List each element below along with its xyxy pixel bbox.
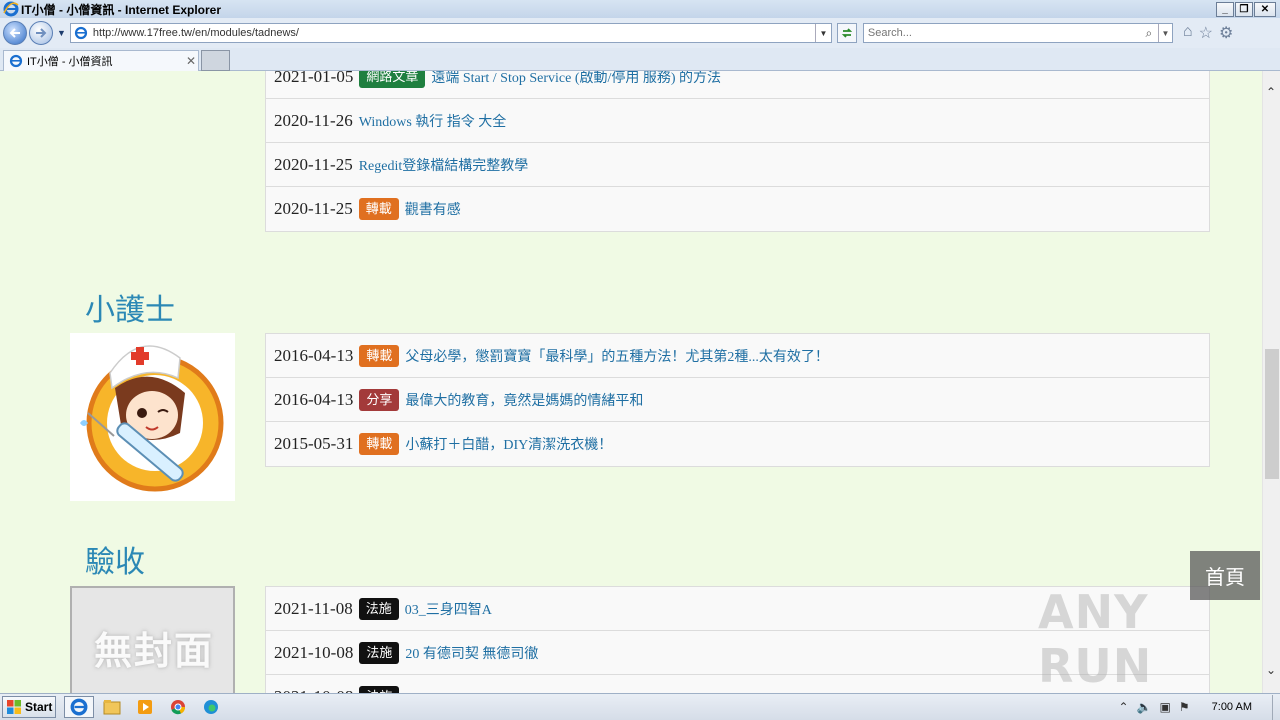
news-date: 2016-04-13 [274,389,354,409]
category-badge[interactable]: 法施 [359,641,400,664]
tab-label: IT小僧 - 小僧資訊 [27,56,113,68]
back-button[interactable] [3,21,27,45]
list-item: 2020-11-25 轉載 觀書有感 [266,187,1209,231]
news-date: 2020-11-25 [274,154,353,174]
list-item: 2016-04-13 轉載 父母必學，懲罰寶寶「最科學」的五種方法！尤其第2種.… [266,334,1209,378]
address-dropdown-icon[interactable]: ▼ [814,24,831,42]
page-content: 2021-01-05 網路文章 遠端 Start / Stop Service … [0,71,1262,693]
taskbar-media-player[interactable] [130,696,160,718]
news-date: 2015-05-31 [274,434,354,453]
start-label: Start [25,700,53,714]
news-list-nurse: 2016-04-13 轉載 父母必學，懲罰寶寶「最科學」的五種方法！尤其第2種.… [265,333,1210,467]
scroll-up-icon[interactable]: ⌃ [1266,85,1276,99]
search-box[interactable]: ⌕ ▼ [862,23,1173,43]
system-tray: ⌃ 🔈 ▣ ⚑ 7:00 AM [1119,700,1272,714]
list-item: 2015-05-31 轉載 小蘇打＋白醋，DIY清潔洗衣機！ [266,422,1209,466]
news-link[interactable]: 20 有德司契 無德司徹 [405,643,538,663]
category-badge[interactable]: 法施 [358,597,399,620]
window-title: IT小僧 - 小僧資訊 - Internet Explorer [21,2,222,17]
internet-explorer-icon [3,1,19,17]
news-date: 2021-01-05 [274,71,354,86]
url-text[interactable]: http://www.17free.tw/en/modules/tadnews/ [93,27,815,39]
new-tab-button[interactable] [201,50,230,71]
category-badge[interactable]: 法施 [359,686,400,693]
navigation-bar: ▼ http://www.17free.tw/en/modules/tadnew… [0,18,1280,48]
arrow-left-icon [9,28,20,38]
news-date: 2021-10-08 [274,642,354,662]
news-link[interactable]: 小蘇打＋白醋，DIY清潔洗衣機！ [405,434,612,454]
section-title-acceptance[interactable]: 驗收 [85,537,145,581]
favorites-star-icon[interactable]: ☆ [1199,23,1213,43]
recent-pages-dropdown-icon[interactable]: ▼ [57,28,66,38]
arrow-right-icon [36,28,47,38]
list-item: 2020-11-25 Regedit登錄檔結構完整教學 [266,143,1209,187]
taskbar-edge[interactable] [196,696,226,718]
forward-button[interactable] [29,21,53,45]
scrollbar-thumb[interactable] [1265,349,1279,479]
news-link[interactable]: 父母必學，懲罰寶寶「最科學」的五種方法！尤其第2種...太有效了！ [405,346,829,366]
show-hidden-icons-icon[interactable]: ⌃ [1119,700,1129,714]
chrome-icon [171,700,186,715]
category-badge[interactable]: 分享 [359,388,400,411]
news-date: 2020-11-26 [274,110,353,130]
news-link[interactable]: Regedit登錄檔結構完整教學 [359,155,529,175]
volume-icon[interactable]: 🔈 [1137,700,1152,714]
search-provider-dropdown-icon[interactable]: ▼ [1157,24,1172,42]
news-link[interactable]: 最偉大的教育，竟然是媽媽的情緒平和 [405,390,643,410]
taskbar: Start ⌃ 🔈 ▣ ⚑ 7:00 AM [0,693,1280,720]
gear-icon[interactable]: ⚙ [1219,23,1233,43]
list-item: 2020-11-26 Windows 執行 指令 大全 [266,99,1209,143]
clock[interactable]: 7:00 AM [1212,701,1252,713]
show-desktop-button[interactable] [1272,694,1280,720]
action-center-flag-icon[interactable]: ⚑ [1179,700,1190,714]
folder-icon [103,700,121,715]
tab-current[interactable]: IT小僧 - 小僧資訊 ✕ [3,50,199,71]
home-page-button[interactable]: 首頁 [1190,551,1260,600]
network-icon[interactable]: ▣ [1160,700,1171,714]
no-cover-text: 無封面 [94,629,215,673]
news-link[interactable]: Windows 執行 指令 大全 [359,111,507,131]
scroll-down-icon[interactable]: ⌄ [1266,663,1276,677]
start-button[interactable]: Start [2,696,56,718]
compatibility-refresh-button[interactable] [836,23,857,43]
site-icon [74,26,88,40]
list-item: 2021-01-05 網路文章 遠端 Start / Stop Service … [266,71,1209,99]
search-icon[interactable]: ⌕ [1140,26,1158,41]
news-date: 2020-11-25 [274,199,353,218]
tab-bar: IT小僧 - 小僧資訊 ✕ [0,48,1280,71]
internet-explorer-icon [70,698,88,716]
anyrun-watermark: ANY RUN [1038,585,1153,693]
news-list-top: 2021-01-05 網路文章 遠端 Start / Stop Service … [265,71,1210,232]
taskbar-internet-explorer[interactable] [64,696,94,718]
section-title-nurse[interactable]: 小護士 [85,285,175,329]
media-player-icon [138,700,152,714]
windows-logo-icon [7,700,21,714]
category-badge[interactable]: 網路文章 [359,71,426,88]
nurse-cover-image[interactable] [70,333,235,501]
category-badge[interactable]: 轉載 [359,433,400,455]
category-badge[interactable]: 轉載 [358,198,399,220]
close-button[interactable]: ✕ [1254,1,1276,17]
address-bar[interactable]: http://www.17free.tw/en/modules/tadnews/… [69,23,832,43]
minimize-button[interactable]: _ [1216,1,1234,17]
window-titlebar: IT小僧 - 小僧資訊 - Internet Explorer _ ❐ ✕ [0,0,1280,18]
tab-close-icon[interactable]: ✕ [184,54,198,68]
vertical-scrollbar[interactable]: ⌃ ⌄ [1262,71,1280,693]
news-link[interactable]: 遠端 Start / Stop Service (啟動/停用 服務) 的方法 [431,71,721,87]
site-icon [9,54,23,68]
no-cover-image[interactable]: 無封面 [70,586,235,693]
home-icon[interactable]: ⌂ [1183,23,1193,43]
category-badge[interactable]: 轉載 [359,344,400,367]
list-item: 2016-04-13 分享 最偉大的教育，竟然是媽媽的情緒平和 [266,378,1209,422]
news-date: 2021-11-08 [274,598,353,618]
search-input[interactable] [863,27,1140,39]
news-date: 2016-04-13 [274,345,354,365]
news-link[interactable]: 觀書有感 [405,199,461,219]
taskbar-file-explorer[interactable] [97,696,127,718]
taskbar-chrome[interactable] [163,696,193,718]
edge-icon [204,700,218,714]
restore-button[interactable]: ❐ [1235,1,1253,17]
news-link[interactable]: 03_三身四智A [405,599,492,619]
refresh-icon [841,28,853,38]
